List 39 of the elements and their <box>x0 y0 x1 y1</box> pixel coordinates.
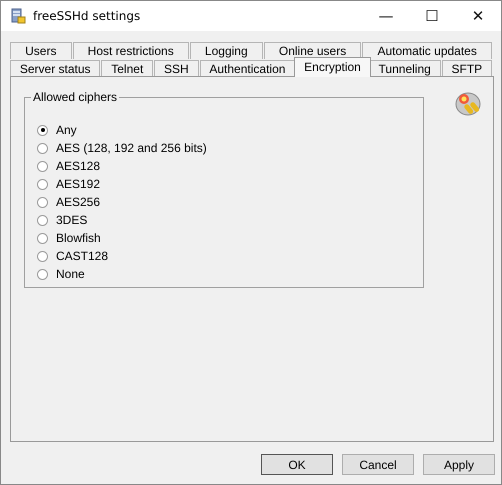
app-icon <box>10 8 26 24</box>
radio-label: AES128 <box>56 159 100 173</box>
radio-label: Any <box>56 123 77 137</box>
radio-button[interactable] <box>37 268 48 280</box>
radio-label: None <box>56 267 85 281</box>
radio-label: 3DES <box>56 213 88 227</box>
maximize-button[interactable]: ☐ <box>409 1 455 31</box>
radio-label: CAST128 <box>56 249 108 263</box>
tab[interactable]: Users <box>10 42 72 59</box>
tab[interactable]: SFTP <box>442 60 492 77</box>
radio-button[interactable] <box>37 232 48 244</box>
radio-button[interactable] <box>37 142 48 154</box>
dialog-button[interactable]: Cancel <box>342 454 414 475</box>
tab[interactable]: Server status <box>10 60 100 77</box>
window-title: freeSSHd settings <box>33 9 142 23</box>
tab[interactable]: Telnet <box>101 60 154 77</box>
tab[interactable]: Authentication <box>200 60 296 77</box>
dialog-button[interactable]: OK <box>261 454 333 475</box>
tab[interactable]: Logging <box>190 42 263 59</box>
radio-button[interactable] <box>37 196 48 208</box>
radio-button[interactable] <box>37 250 48 262</box>
radio-label: Blowfish <box>56 231 101 245</box>
radio-button[interactable] <box>37 160 48 172</box>
radio-label: AES (128, 192 and 256 bits) <box>56 141 207 155</box>
radio-button[interactable] <box>37 124 48 136</box>
radio-label: AES192 <box>56 177 100 191</box>
minimize-button[interactable]: — <box>363 1 409 31</box>
tab[interactable]: Tunneling <box>368 60 441 77</box>
radio-button[interactable] <box>37 178 48 190</box>
tab[interactable]: Encryption <box>294 57 371 77</box>
tab[interactable]: Host restrictions <box>72 42 189 59</box>
tab[interactable]: SSH <box>154 60 199 77</box>
dialog-button[interactable]: Apply <box>423 454 495 475</box>
radio-label: AES256 <box>56 195 100 209</box>
close-button[interactable]: ✕ <box>455 1 501 31</box>
radio-button[interactable] <box>37 214 48 226</box>
group-title: Allowed ciphers <box>31 90 120 104</box>
tab[interactable]: Online users <box>264 42 362 59</box>
tab[interactable]: Automatic updates <box>362 42 492 59</box>
